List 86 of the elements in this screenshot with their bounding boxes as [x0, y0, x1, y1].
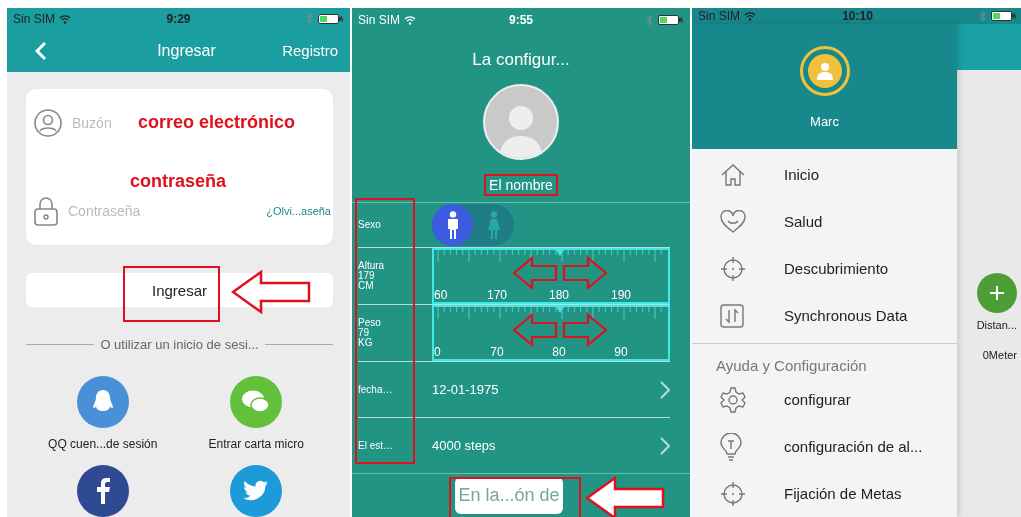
password-field[interactable]: Contraseña — [68, 202, 257, 219]
name-field[interactable]: El nombre — [484, 174, 558, 196]
user-icon — [34, 108, 62, 137]
plus-icon — [989, 285, 1005, 301]
wifi-icon — [404, 15, 416, 25]
bird-icon — [243, 480, 270, 502]
list-row[interactable]: 12-01-1975 — [432, 380, 670, 399]
male-figure-icon — [445, 211, 460, 239]
field-value: 12-01-1975 — [432, 382, 499, 397]
back-icon[interactable] — [35, 40, 47, 61]
menu-item[interactable]: configurar — [692, 376, 957, 423]
menu-item[interactable]: configuración de al... — [692, 423, 957, 470]
settings-icon — [720, 386, 746, 413]
home-icon — [720, 162, 746, 187]
bluetooth-icon — [306, 13, 313, 25]
avatar-circle[interactable] — [799, 46, 850, 96]
scale-label: 180 — [548, 288, 570, 302]
field-label: Altura — [358, 261, 386, 271]
clock-time: 10:10 — [842, 9, 873, 23]
chevron-icon — [660, 436, 670, 455]
chat-bubbles-icon — [241, 389, 272, 415]
chevron-icon — [660, 380, 670, 399]
screen-title: La configur... — [471, 50, 571, 70]
wifi-icon — [59, 13, 71, 24]
clock-time: 9:29 — [166, 11, 191, 26]
annotation-text: contraseña — [130, 170, 227, 192]
battery-icon — [658, 15, 684, 25]
crosshair-icon — [720, 255, 746, 282]
stat-value: 0Meter — [982, 349, 1017, 361]
ruler-pointer[interactable] — [556, 307, 565, 313]
battery-icon — [318, 13, 344, 24]
clock-time: 9:55 — [509, 13, 533, 27]
lock-icon — [34, 195, 58, 226]
lightbulb-icon — [720, 432, 742, 461]
f-logo-icon — [95, 478, 110, 504]
scale-label: 70 — [489, 345, 505, 359]
social-login-button[interactable]: QQ cuen...de sesión — [48, 376, 158, 451]
menu-item[interactable]: Synchronous Data — [692, 292, 957, 339]
field-label: El est… — [358, 440, 394, 451]
wifi-icon — [744, 11, 756, 21]
email-field[interactable]: Buzón — [72, 114, 128, 131]
field-label: fecha… — [358, 384, 394, 395]
menu-item[interactable]: Inicio — [692, 151, 957, 198]
alt-login-label: O utilizar un inicio de sesi... — [100, 337, 259, 352]
smiling-heart-icon — [720, 209, 746, 234]
scale-label: 0 — [434, 345, 442, 359]
field-value: 4000 steps — [432, 438, 496, 453]
stat-label: Distan... — [976, 319, 1017, 331]
field-label: Sexo — [358, 220, 382, 230]
add-button[interactable] — [977, 273, 1017, 313]
annotation-text: correo electrónico — [138, 112, 296, 133]
sync-arrows-icon — [720, 303, 744, 328]
female-figure-icon — [486, 211, 501, 239]
sex-option[interactable] — [432, 204, 473, 246]
forgot-password-link[interactable]: ¿Olvi...aseña — [266, 204, 331, 217]
ruler-pointer[interactable] — [556, 250, 565, 256]
crosshair-icon — [720, 480, 746, 507]
carrier-label: Sin SIM — [358, 13, 400, 27]
bluetooth-icon — [646, 14, 653, 26]
field-value: 179 — [358, 271, 376, 281]
scale-label: 80 — [551, 345, 567, 359]
scale-label: 170 — [486, 288, 508, 302]
scale-label: 60 — [434, 288, 449, 302]
ruler-slider[interactable]: 60 170 180 190 — [432, 248, 670, 304]
screen-title: Ingresar — [157, 41, 216, 60]
user-name: Marc — [810, 114, 839, 129]
list-row[interactable]: 4000 steps — [432, 436, 670, 455]
menu-item[interactable]: Descubrimiento — [692, 245, 957, 292]
carrier-label: Sin SIM — [13, 11, 55, 26]
social-login-button[interactable]: Entrar carta micro — [208, 376, 304, 451]
person-icon — [816, 62, 833, 80]
section-heading: Ayuda y Configuración — [715, 356, 868, 376]
carrier-label: Sin SIM — [698, 9, 740, 23]
scale-label: 90 — [613, 345, 629, 359]
menu-item[interactable]: Salud — [692, 198, 957, 245]
field-label: Peso — [358, 318, 382, 328]
unit-label: CM — [358, 281, 375, 291]
field-value: 79 — [358, 328, 371, 338]
app-bar — [957, 24, 1021, 70]
social-login-button[interactable] — [76, 465, 129, 517]
battery-icon — [991, 11, 1017, 21]
menu-item[interactable]: Fijación de Metas — [692, 470, 957, 517]
bluetooth-icon — [979, 10, 986, 22]
scale-label: 190 — [610, 288, 632, 302]
ruler-slider[interactable]: 0 70 80 90 — [432, 305, 670, 361]
unit-label: KG — [358, 338, 374, 348]
